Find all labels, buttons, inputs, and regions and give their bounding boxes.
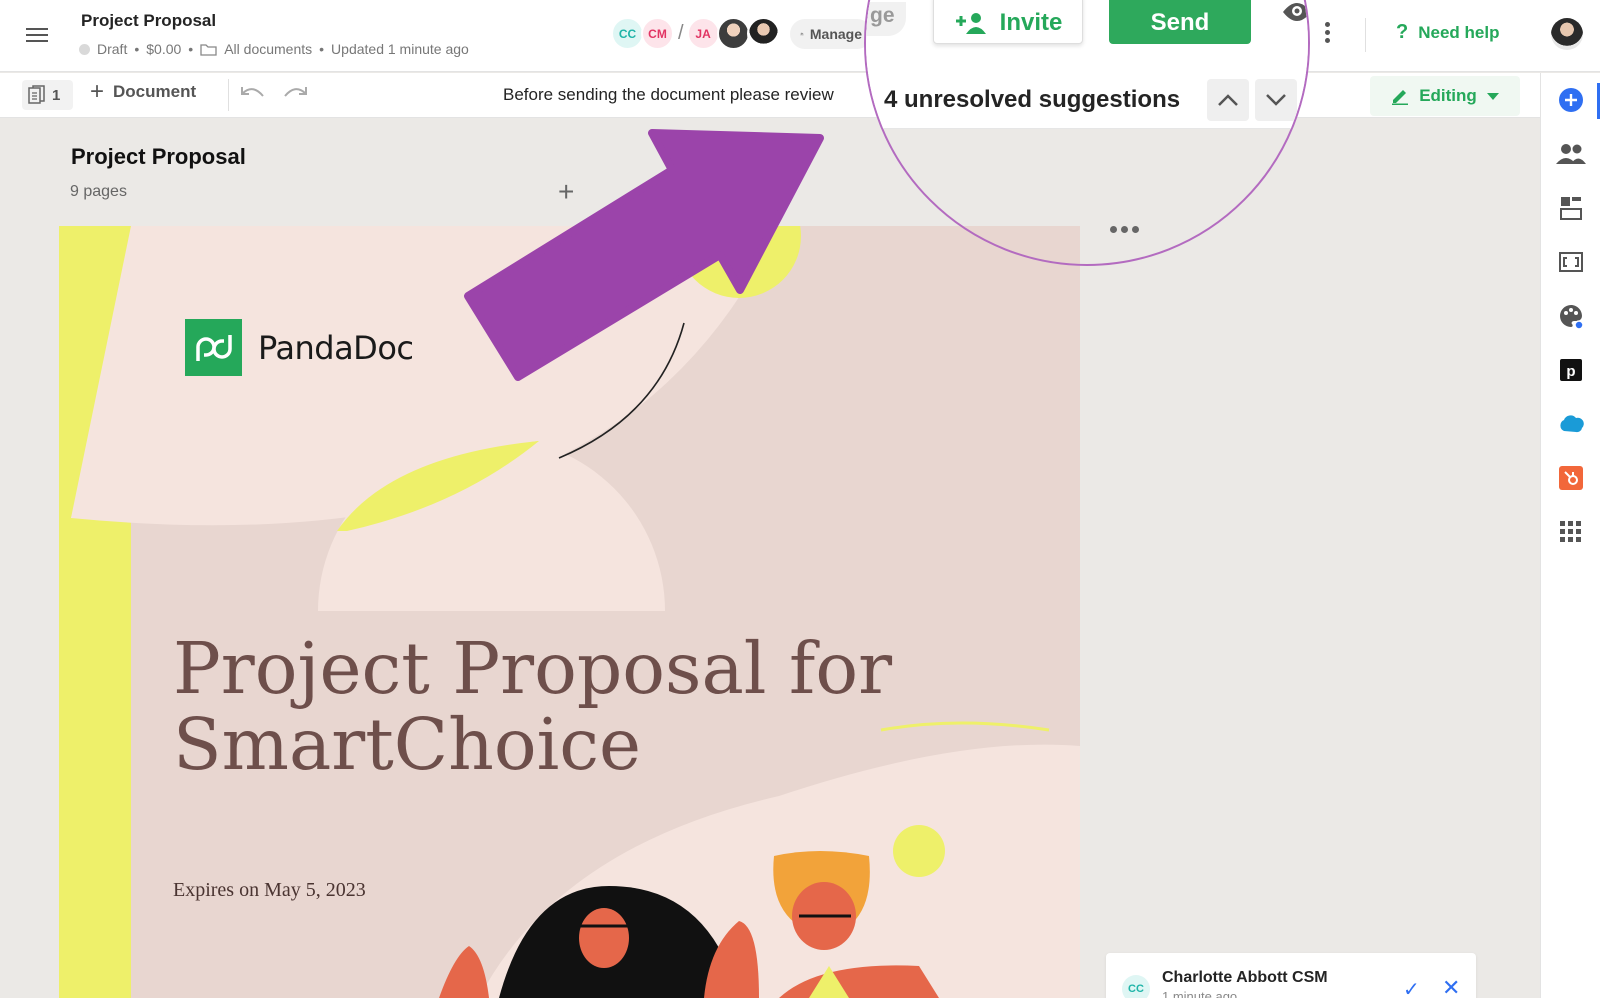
status-dot-icon: [79, 43, 90, 55]
variables-icon[interactable]: [1556, 247, 1586, 277]
add-person-icon: [955, 13, 986, 34]
more-options-icon[interactable]: [1325, 22, 1331, 46]
magnifier-content: ge Invite Send 4 unresolved suggestions: [866, 0, 1310, 264]
invite-button[interactable]: Invite: [933, 0, 1083, 44]
pages-count: 1: [52, 86, 61, 104]
meta-separator: •: [134, 41, 140, 57]
send-button[interactable]: Send: [1109, 0, 1251, 44]
divider: [228, 79, 229, 111]
comment-author: Charlotte Abbott CSM: [1162, 969, 1328, 986]
comment-avatar: CC: [1122, 975, 1150, 998]
avatar-cm[interactable]: CM: [641, 17, 674, 50]
menu-icon[interactable]: [26, 24, 48, 44]
editing-mode-dropdown[interactable]: Editing: [1370, 76, 1520, 116]
document-amount: $0.00: [146, 41, 182, 57]
top-bar: Project Proposal Draft • $0.00 • All doc…: [0, 0, 1600, 72]
proposal-title: Project Proposal for SmartChoice: [173, 631, 993, 783]
editing-label: Editing: [1419, 86, 1477, 105]
add-page-icon[interactable]: +: [558, 178, 574, 206]
help-icon: ?: [1396, 21, 1409, 43]
magnifier-callout: ge Invite Send 4 unresolved suggestions: [864, 0, 1310, 266]
help-label: Need help: [1418, 22, 1500, 42]
status-label: Draft: [97, 41, 128, 57]
reject-suggestion-icon[interactable]: ✕: [1442, 975, 1460, 998]
next-suggestion-button[interactable]: [1255, 79, 1297, 121]
meta-separator: •: [188, 41, 194, 57]
redo-icon[interactable]: [282, 85, 308, 101]
hubspot-icon[interactable]: [1556, 463, 1586, 493]
help-button[interactable]: ? Need help: [1396, 21, 1499, 44]
updated-time: Updated 1 minute ago: [331, 41, 469, 57]
chevron-down-icon: [1486, 92, 1499, 100]
document-heading: Project Proposal: [71, 144, 246, 169]
unresolved-suggestions-label[interactable]: 4 unresolved suggestions: [884, 86, 1180, 114]
expiry-date: Expires on May 5, 2023: [173, 879, 366, 901]
pencil-icon: [1392, 90, 1409, 105]
editor-toolbar: 1 + Document Before sending the document…: [0, 73, 1540, 118]
preview-eye-icon[interactable]: [1283, 2, 1310, 24]
document-page[interactable]: PandaDoc Project Proposal for SmartChoic…: [59, 226, 1080, 998]
proposal-title-line2: SmartChoice: [173, 703, 642, 786]
add-icon[interactable]: [1556, 85, 1586, 115]
pages-icon: [28, 85, 45, 104]
avatar-ja[interactable]: JA: [686, 17, 720, 50]
comment-time: 1 minute ago: [1162, 989, 1238, 998]
meta-separator: •: [319, 41, 325, 57]
recipient-avatars: CC CM / JA: [611, 17, 780, 50]
manage-button[interactable]: Manage: [790, 19, 872, 49]
document-meta: Draft • $0.00 • All documents • Updated …: [79, 41, 469, 57]
undo-icon[interactable]: [240, 85, 266, 101]
pandadoc-logo: PandaDoc: [185, 319, 414, 376]
recipient-separator: /: [678, 22, 684, 44]
pages-button[interactable]: 1: [22, 80, 73, 110]
review-notice: Before sending the document please revie…: [503, 85, 834, 104]
user-avatar[interactable]: [1551, 18, 1583, 50]
folder-icon: [200, 43, 217, 56]
chevron-down-icon: [1266, 94, 1286, 106]
recipients-icon[interactable]: [1556, 139, 1586, 169]
suggestion-comment-card[interactable]: CC Charlotte Abbott CSM 1 minute ago ✓ ✕: [1106, 953, 1476, 998]
chevron-up-icon: [1218, 94, 1238, 106]
apps-grid-icon[interactable]: [1556, 517, 1586, 547]
content-icon[interactable]: [1556, 193, 1586, 223]
proposal-title-line1: Project Proposal for: [173, 627, 893, 710]
previous-suggestion-button[interactable]: [1207, 79, 1249, 121]
folder-link[interactable]: All documents: [224, 41, 312, 57]
avatar-cc[interactable]: CC: [611, 17, 644, 50]
magnified-manage-fragment: ge: [866, 2, 906, 36]
pandadoc-logo-text: PandaDoc: [258, 328, 414, 367]
pandadoc-logo-icon: [185, 319, 242, 376]
plus-icon: +: [90, 78, 105, 105]
divider: [1365, 18, 1366, 52]
add-document-button[interactable]: + Document: [90, 78, 197, 105]
avatar-photo[interactable]: [746, 17, 780, 50]
accept-suggestion-icon[interactable]: ✓: [1403, 977, 1420, 998]
manage-label: Manage: [809, 26, 862, 42]
invite-label: Invite: [999, 9, 1063, 36]
people-icon: [800, 32, 804, 36]
pandadoc-app-icon[interactable]: p: [1556, 355, 1586, 385]
avatar-photo[interactable]: [716, 17, 750, 50]
right-sidebar: p: [1540, 73, 1600, 998]
document-title[interactable]: Project Proposal: [81, 11, 216, 31]
svg-text:p: p: [1566, 363, 1575, 380]
add-document-label: Document: [113, 82, 197, 101]
salesforce-icon[interactable]: [1556, 409, 1586, 439]
page-count: 9 pages: [70, 183, 127, 200]
design-icon[interactable]: [1556, 301, 1586, 331]
